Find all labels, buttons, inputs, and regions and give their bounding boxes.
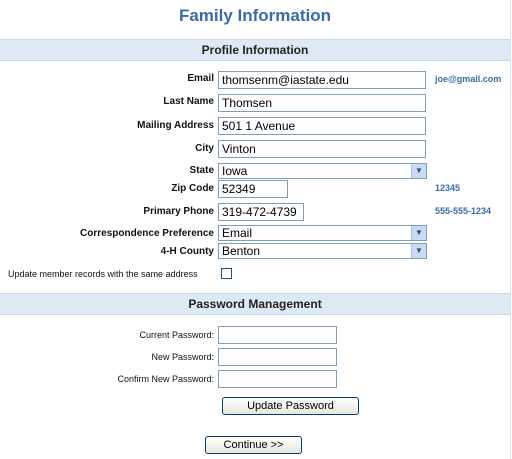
update-records-checkbox[interactable] bbox=[221, 268, 232, 279]
profile-section-header: Profile Information bbox=[0, 39, 510, 61]
correspondence-select[interactable]: Email ▼ bbox=[218, 225, 427, 241]
confirm-password-label: Confirm New Password: bbox=[117, 374, 214, 384]
primary-phone-field[interactable]: 319-472-4739 bbox=[218, 203, 304, 221]
primary-phone-label: Primary Phone bbox=[143, 206, 214, 217]
page-title: Family Information bbox=[178, 6, 332, 25]
state-label: State bbox=[189, 165, 214, 176]
state-value: Iowa bbox=[222, 164, 248, 178]
last-name-label: Last Name bbox=[163, 96, 214, 107]
current-password-field[interactable] bbox=[218, 326, 337, 344]
update-password-button[interactable]: Update Password bbox=[222, 397, 359, 415]
last-name-field[interactable]: Thomsen bbox=[218, 94, 426, 112]
correspondence-label: Correspondence Preference bbox=[80, 228, 214, 239]
email-label: Email bbox=[187, 73, 214, 84]
mailing-address-label: Mailing Address bbox=[137, 120, 214, 131]
chevron-down-icon[interactable]: ▼ bbox=[411, 244, 426, 258]
current-password-label: Current Password: bbox=[139, 330, 214, 340]
password-section-header: Password Management bbox=[0, 293, 510, 315]
chevron-down-icon[interactable]: ▼ bbox=[411, 226, 426, 240]
new-password-label: New Password: bbox=[151, 352, 214, 362]
family-information-panel: Family Information Profile Information E… bbox=[0, 0, 511, 459]
chevron-down-icon[interactable]: ▼ bbox=[411, 164, 426, 178]
county-label: 4-H County bbox=[160, 246, 214, 257]
mailing-address-field[interactable]: 501 1 Avenue bbox=[218, 117, 426, 135]
city-field[interactable]: Vinton bbox=[218, 140, 426, 158]
zip-code-field[interactable]: 52349 bbox=[218, 180, 288, 198]
email-field[interactable]: thomsenm@iastate.edu bbox=[218, 71, 426, 89]
county-select[interactable]: Benton ▼ bbox=[218, 243, 427, 259]
zip-code-label: Zip Code bbox=[171, 183, 214, 194]
city-label: City bbox=[195, 143, 214, 154]
confirm-password-field[interactable] bbox=[218, 370, 337, 388]
new-password-field[interactable] bbox=[218, 348, 337, 366]
email-hint: joe@gmail.com bbox=[435, 74, 502, 84]
county-value: Benton bbox=[222, 244, 261, 258]
continue-button[interactable]: Continue >> bbox=[205, 436, 302, 454]
state-select[interactable]: Iowa ▼ bbox=[218, 163, 427, 179]
zip-code-hint: 12345 bbox=[435, 183, 461, 193]
correspondence-value: Email bbox=[222, 226, 253, 240]
update-records-label: Update member records with the same addr… bbox=[8, 269, 198, 279]
primary-phone-hint: 555-555-1234 bbox=[435, 206, 492, 216]
